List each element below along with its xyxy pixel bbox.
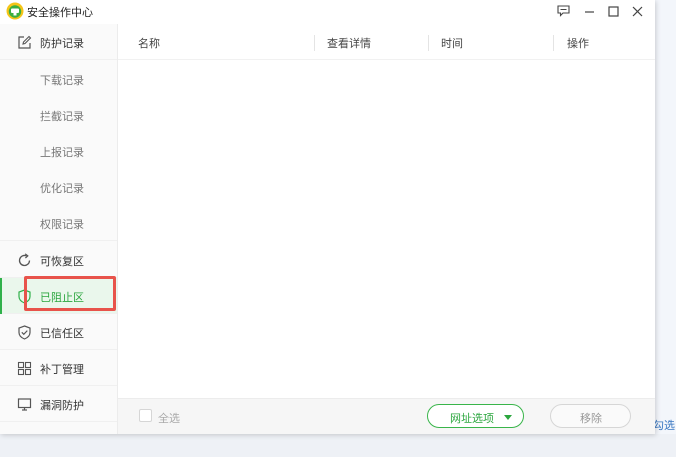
column-header-actions: 操作 xyxy=(567,37,589,50)
sidebar-item-label: 已信任区 xyxy=(40,327,84,340)
sidebar: 防护记录 下载记录 拦截记录 上报记录 优化记录 权限记录 可恢复区 已阻止区 … xyxy=(0,24,118,434)
sidebar-item-permission-records[interactable]: 权限记录 xyxy=(0,205,117,241)
sidebar-item-label: 权限记录 xyxy=(40,218,84,231)
url-options-button[interactable]: 网址选项 xyxy=(427,404,524,428)
sidebar-item-label: 漏洞防护 xyxy=(40,399,84,412)
maximize-button[interactable] xyxy=(602,1,624,21)
sidebar-item-label: 下载记录 xyxy=(40,74,84,87)
background-area xyxy=(0,434,676,457)
remove-label: 移除 xyxy=(580,412,602,425)
security-center-window: 安全操作中心 防护记录 下载记录 拦截记录 上报记录 优化记录 权限记录 可恢复… xyxy=(0,0,655,434)
sidebar-item-protection-records[interactable]: 防护记录 xyxy=(0,24,117,60)
sidebar-item-label: 优化记录 xyxy=(40,182,84,195)
url-options-label: 网址选项 xyxy=(450,412,494,425)
sidebar-item-intercept-records[interactable]: 拦截记录 xyxy=(0,97,117,133)
sidebar-item-label: 上报记录 xyxy=(40,146,84,159)
sidebar-item-label: 防护记录 xyxy=(40,37,84,50)
monitor-icon xyxy=(17,398,32,411)
table-body xyxy=(118,60,655,398)
sidebar-item-patch-management[interactable]: 补丁管理 xyxy=(0,350,117,386)
select-all-checkbox[interactable] xyxy=(139,409,152,422)
edit-icon xyxy=(18,35,32,49)
grid-icon xyxy=(17,361,32,376)
column-divider[interactable] xyxy=(428,35,429,51)
background-window xyxy=(655,0,676,457)
footer-bar: 全选 网址选项 移除 xyxy=(118,398,655,434)
table-header: 名称 查看详情 时间 操作 xyxy=(118,24,655,60)
window-title: 安全操作中心 xyxy=(27,6,93,19)
sidebar-item-download-records[interactable]: 下载记录 xyxy=(0,61,117,97)
highlight-annotation xyxy=(24,276,116,311)
column-divider[interactable] xyxy=(314,35,315,51)
sidebar-item-optimize-records[interactable]: 优化记录 xyxy=(0,169,117,205)
restore-icon xyxy=(18,253,31,267)
minimize-icon xyxy=(584,10,594,13)
minimize-button[interactable] xyxy=(578,1,600,21)
caret-down-icon xyxy=(504,415,512,420)
sidebar-item-trusted-zone[interactable]: 已信任区 xyxy=(0,314,117,350)
sidebar-item-label: 可恢复区 xyxy=(40,255,84,268)
sidebar-item-vulnerability-protection[interactable]: 漏洞防护 xyxy=(0,386,117,422)
close-icon xyxy=(632,6,642,16)
shield-check-icon xyxy=(18,325,31,340)
feedback-icon xyxy=(556,5,570,17)
sidebar-item-report-records[interactable]: 上报记录 xyxy=(0,133,117,169)
column-header-details: 查看详情 xyxy=(327,37,371,50)
column-header-name: 名称 xyxy=(138,37,160,50)
column-divider[interactable] xyxy=(553,35,554,51)
remove-button[interactable]: 移除 xyxy=(550,404,631,428)
feedback-button[interactable] xyxy=(552,1,574,21)
sidebar-item-label: 拦截记录 xyxy=(40,110,84,123)
select-all-label: 全选 xyxy=(158,412,180,425)
active-indicator xyxy=(0,278,2,314)
sidebar-item-label: 补丁管理 xyxy=(40,363,84,376)
maximize-icon xyxy=(607,5,619,17)
column-header-time: 时间 xyxy=(441,37,463,50)
background-link[interactable]: 勾选 xyxy=(653,417,675,433)
close-button[interactable] xyxy=(626,1,648,21)
sidebar-item-recoverable-zone[interactable]: 可恢复区 xyxy=(0,242,117,278)
app-logo-icon xyxy=(6,2,24,20)
title-bar: 安全操作中心 xyxy=(0,0,655,24)
